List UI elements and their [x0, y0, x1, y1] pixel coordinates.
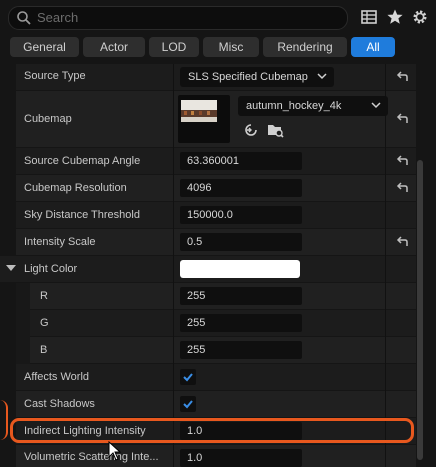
- color-b-input[interactable]: 255: [180, 341, 302, 359]
- source-cubemap-angle-input[interactable]: 63.360001: [180, 152, 302, 170]
- sky-distance-threshold-label: Sky Distance Threshold: [24, 209, 140, 221]
- sky-distance-threshold-input[interactable]: 150000.0: [180, 206, 302, 224]
- column-divider: [173, 64, 174, 467]
- reset-arrow-icon[interactable]: [395, 71, 409, 83]
- search-icon: [17, 11, 31, 25]
- cast-shadows-label: Cast Shadows: [24, 398, 95, 410]
- search-input[interactable]: Search: [8, 6, 348, 30]
- intensity-scale-input[interactable]: 0.5: [180, 233, 302, 251]
- reset-arrow-icon[interactable]: [395, 182, 409, 194]
- reset-arrow-icon[interactable]: [395, 155, 409, 167]
- tab-all[interactable]: All: [351, 37, 395, 57]
- source-cubemap-angle-label: Source Cubemap Angle: [24, 155, 141, 167]
- checkmark-icon: [183, 400, 193, 409]
- tab-lod[interactable]: LOD: [149, 37, 199, 57]
- source-type-value: SLS Specified Cubemap: [188, 71, 308, 83]
- highlight-annotation: [10, 418, 414, 443]
- affects-world-checkbox[interactable]: [180, 369, 196, 385]
- table-view-icon[interactable]: [360, 8, 378, 26]
- source-type-label: Source Type: [24, 70, 86, 82]
- tab-general[interactable]: General: [10, 37, 79, 57]
- use-selected-asset-icon[interactable]: [243, 122, 259, 138]
- reset-arrow-icon[interactable]: [395, 236, 409, 248]
- volumetric-scattering-input[interactable]: 1.0: [180, 449, 302, 467]
- cubemap-preview-image: [181, 100, 217, 122]
- settings-gear-icon[interactable]: [411, 8, 429, 26]
- chevron-down-icon: [371, 102, 381, 109]
- browse-to-asset-icon[interactable]: [267, 122, 285, 138]
- chevron-down-icon: [317, 73, 327, 80]
- color-b-label: B: [40, 344, 48, 356]
- color-children-indent: [16, 283, 30, 364]
- light-color-label: Light Color: [24, 263, 78, 275]
- color-r-label: R: [40, 290, 48, 302]
- collapse-triangle-icon[interactable]: [6, 264, 16, 272]
- color-g-label: G: [40, 317, 49, 329]
- volumetric-scattering-label: Volumetric Scattering Inte...: [24, 451, 159, 463]
- reset-arrow-icon[interactable]: [395, 113, 409, 125]
- source-type-dropdown[interactable]: SLS Specified Cubemap: [180, 67, 334, 87]
- light-color-swatch[interactable]: [180, 260, 300, 278]
- scrollbar[interactable]: [417, 160, 423, 460]
- cubemap-thumbnail[interactable]: [178, 95, 230, 143]
- color-r-input[interactable]: 255: [180, 287, 302, 305]
- color-g-input[interactable]: 255: [180, 314, 302, 332]
- star-icon[interactable]: [386, 8, 404, 26]
- cubemap-asset-dropdown[interactable]: autumn_hockey_4k: [238, 96, 388, 116]
- tab-misc[interactable]: Misc: [203, 37, 259, 57]
- tab-actor[interactable]: Actor: [83, 37, 145, 57]
- intensity-scale-label: Intensity Scale: [24, 236, 96, 248]
- mouse-cursor-icon: [108, 441, 122, 461]
- search-placeholder: Search: [37, 10, 79, 25]
- reset-column-divider: [385, 64, 386, 467]
- tab-rendering[interactable]: Rendering: [263, 37, 347, 57]
- checkmark-icon: [183, 373, 193, 382]
- cubemap-resolution-input[interactable]: 4096: [180, 179, 302, 197]
- cubemap-label: Cubemap: [24, 113, 72, 125]
- affects-world-label: Affects World: [24, 371, 90, 383]
- highlight-annotation-edge: [0, 400, 8, 440]
- cast-shadows-checkbox[interactable]: [180, 396, 196, 412]
- cubemap-asset-value: autumn_hockey_4k: [246, 100, 342, 112]
- cubemap-resolution-label: Cubemap Resolution: [24, 182, 127, 194]
